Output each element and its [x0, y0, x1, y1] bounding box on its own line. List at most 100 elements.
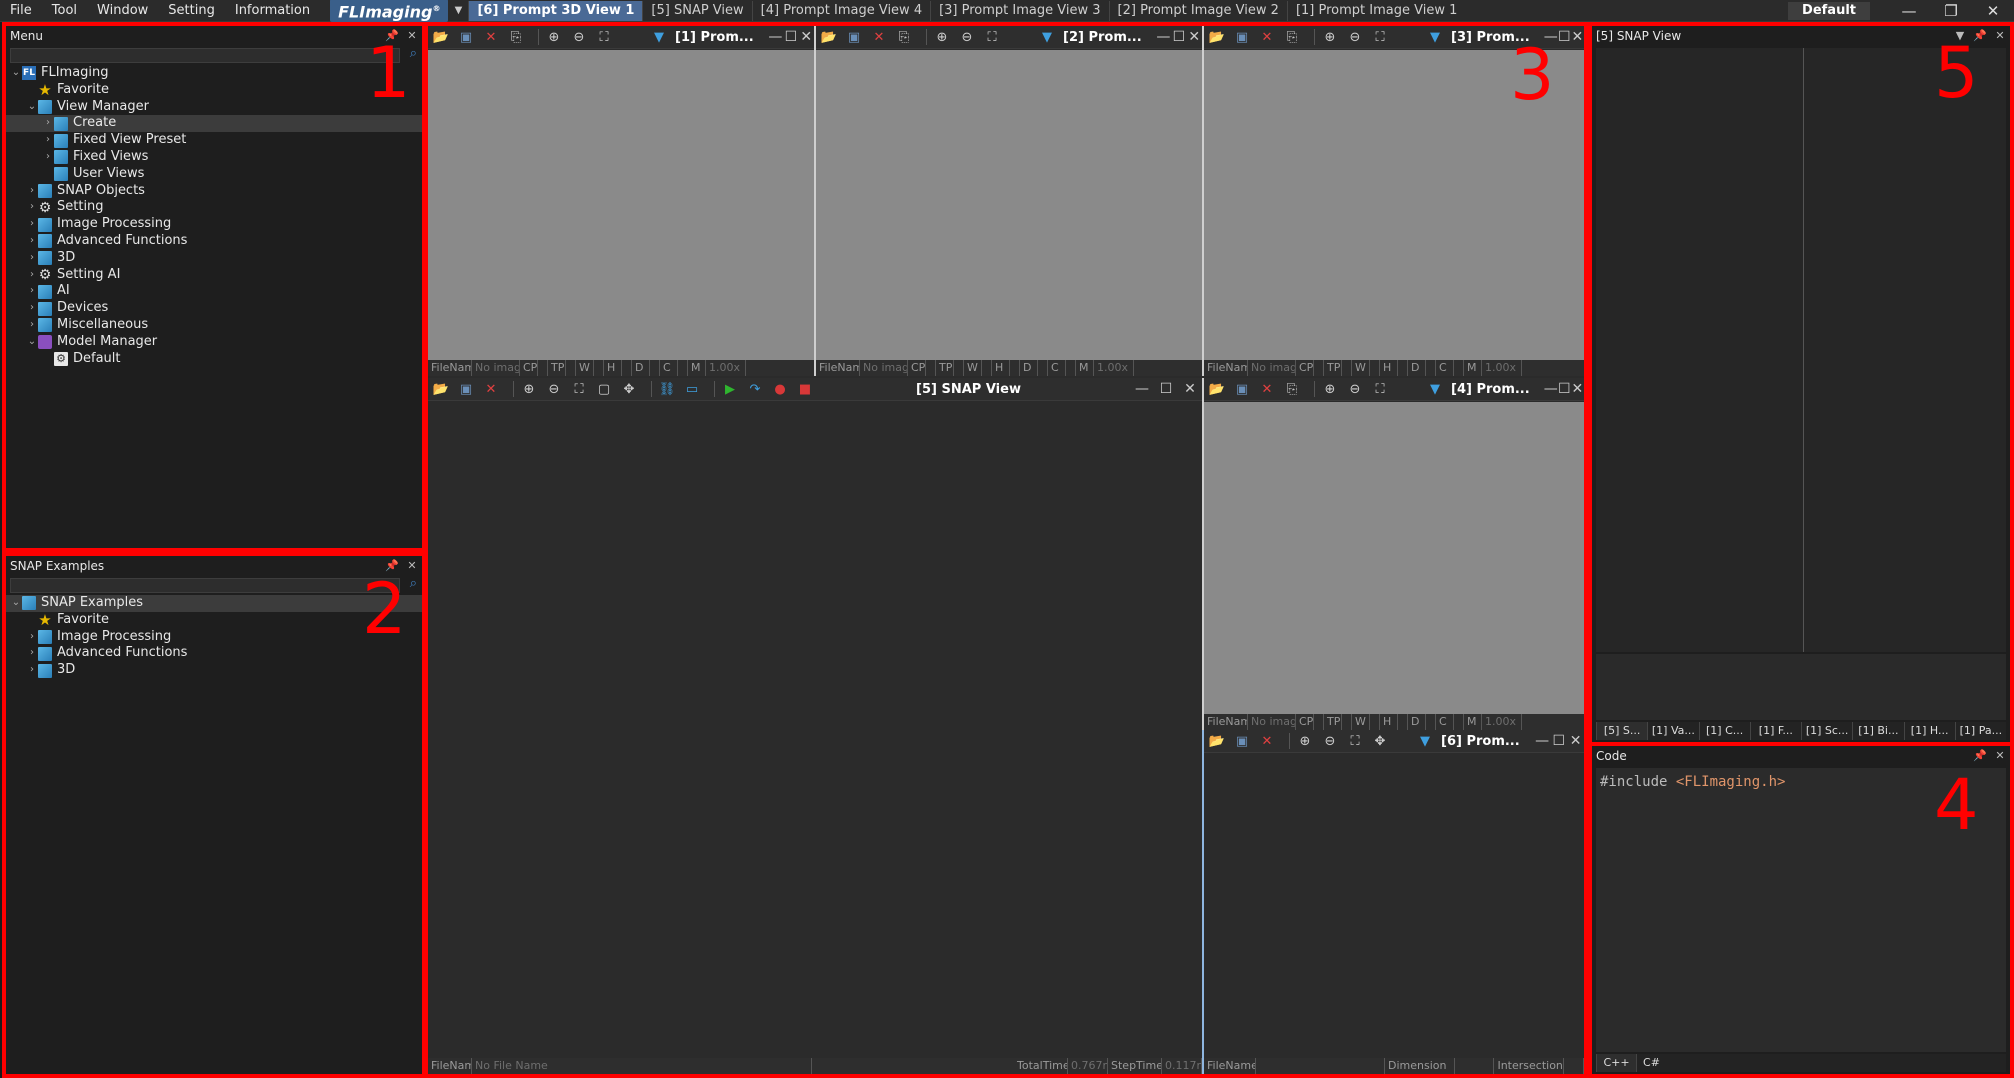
- chevron-right-icon[interactable]: ›: [26, 267, 38, 284]
- snap-view[interactable]: 📂 ▣ ✕ ⊕ ⊖ ⛶ ▢ ✥ ⛓ ▭ ▶ ↷ ● ■ [5] SNAP Vie…: [428, 378, 1202, 1074]
- dropdown-icon[interactable]: ▼: [650, 28, 668, 46]
- menu-window[interactable]: Window: [87, 0, 158, 22]
- save-icon[interactable]: ▣: [1233, 732, 1251, 750]
- fit-icon[interactable]: ⛶: [595, 28, 613, 46]
- snap-tab-5[interactable]: [1] Bi...: [1852, 722, 1903, 740]
- maximize-view-icon[interactable]: ☐: [1154, 381, 1178, 397]
- pan-icon[interactable]: ✥: [620, 380, 638, 398]
- fit-icon[interactable]: ⛶: [1346, 732, 1364, 750]
- prompt-image-view-4[interactable]: 📂 ▣ ✕ ⎘ ⊕ ⊖ ⛶ ▼ [4] Prom... — ☐ ✕ FileNa…: [1202, 378, 1584, 730]
- dropdown-icon[interactable]: ▼: [1426, 380, 1444, 398]
- minimize-view-icon[interactable]: —: [1544, 381, 1558, 397]
- tree-item[interactable]: › ⚙ Setting AI: [6, 267, 422, 284]
- save-icon[interactable]: ▣: [457, 380, 475, 398]
- tree-item[interactable]: › 3D: [6, 662, 422, 679]
- layout-default-button[interactable]: Default: [1788, 1, 1870, 20]
- save-icon[interactable]: ▣: [1233, 380, 1251, 398]
- chevron-right-icon[interactable]: ›: [26, 629, 38, 646]
- tree-item[interactable]: ★ Favorite: [6, 82, 422, 99]
- tool-icon[interactable]: ⎘: [1283, 380, 1301, 398]
- prompt-image-view-2[interactable]: 📂 ▣ ✕ ⎘ ⊕ ⊖ ⛶ ▼ [2] Prom... — ☐ ✕ FileNa…: [814, 26, 1202, 376]
- maximize-view-icon[interactable]: ☐: [1558, 381, 1571, 397]
- tree-item[interactable]: › Miscellaneous: [6, 317, 422, 334]
- code-tab-cpp[interactable]: C++: [1596, 1054, 1636, 1072]
- tree-item[interactable]: › 3D: [6, 250, 422, 267]
- view-1-canvas[interactable]: [428, 50, 814, 360]
- chevron-right-icon[interactable]: ›: [26, 300, 38, 317]
- close-view-icon[interactable]: ✕: [1187, 29, 1202, 45]
- clear-icon[interactable]: ✕: [870, 28, 888, 46]
- menu-file[interactable]: File: [0, 0, 42, 22]
- dropdown-icon[interactable]: ▼: [1416, 732, 1434, 750]
- tree-item[interactable]: ⌄ View Manager: [6, 99, 422, 116]
- doc-tab-6[interactable]: [6] Prompt 3D View 1: [468, 0, 643, 21]
- save-icon[interactable]: ▣: [1233, 28, 1251, 46]
- menu-setting[interactable]: Setting: [158, 0, 225, 22]
- menu-search-input[interactable]: ⌕: [10, 46, 417, 63]
- search-icon[interactable]: ⌕: [410, 46, 417, 61]
- clear-icon[interactable]: ✕: [482, 28, 500, 46]
- snap-tab-4[interactable]: [1] Sc...: [1801, 722, 1852, 740]
- pin-icon[interactable]: 📌: [1970, 746, 1990, 766]
- close-view-icon[interactable]: ✕: [799, 29, 814, 45]
- chevron-right-icon[interactable]: ›: [26, 645, 38, 662]
- save-icon[interactable]: ▣: [845, 28, 863, 46]
- close-icon[interactable]: ✕: [1990, 26, 2010, 46]
- fit-icon[interactable]: ⛶: [1371, 28, 1389, 46]
- doc-tab-2[interactable]: [2] Prompt Image View 2: [1108, 0, 1287, 21]
- tree-item[interactable]: User Views: [6, 166, 422, 183]
- tree-item[interactable]: › Image Processing: [6, 216, 422, 233]
- view-4-canvas[interactable]: [1204, 402, 1584, 714]
- tree-item[interactable]: › Fixed View Preset: [6, 132, 422, 149]
- doc-tab-1[interactable]: [1] Prompt Image View 1: [1286, 0, 1465, 21]
- chevron-down-icon[interactable]: ⌄: [26, 99, 38, 116]
- doc-tab-4[interactable]: [4] Prompt Image View 4: [751, 0, 930, 21]
- zoom-in-icon[interactable]: ⊕: [1296, 732, 1314, 750]
- save-icon[interactable]: ▣: [457, 28, 475, 46]
- tree-item[interactable]: › Advanced Functions: [6, 233, 422, 250]
- zoom-out-icon[interactable]: ⊖: [570, 28, 588, 46]
- zoom-in-icon[interactable]: ⊕: [520, 380, 538, 398]
- close-view-icon[interactable]: ✕: [1567, 733, 1584, 749]
- tree-item[interactable]: › Fixed Views: [6, 149, 422, 166]
- open-folder-icon[interactable]: 📂: [432, 380, 450, 398]
- snap-tab-3[interactable]: [1] F...: [1749, 722, 1801, 740]
- chevron-down-icon[interactable]: ⌄: [10, 65, 22, 82]
- open-folder-icon[interactable]: 📂: [1208, 380, 1226, 398]
- view-6-canvas[interactable]: [1204, 754, 1584, 1058]
- zoom-in-icon[interactable]: ⊕: [545, 28, 563, 46]
- chevron-right-icon[interactable]: ›: [26, 250, 38, 267]
- tree-item[interactable]: › AI: [6, 283, 422, 300]
- close-view-icon[interactable]: ✕: [1571, 29, 1584, 45]
- doc-tab-3[interactable]: [3] Prompt Image View 3: [930, 0, 1108, 21]
- snap-tab-6[interactable]: [1] H...: [1903, 722, 1955, 740]
- chevron-right-icon[interactable]: ›: [42, 115, 54, 132]
- chevron-right-icon[interactable]: ›: [26, 283, 38, 300]
- snap-tab-2[interactable]: [1] C...: [1698, 722, 1750, 740]
- step-icon[interactable]: ↷: [746, 380, 764, 398]
- snap-tab-0[interactable]: [5] S...: [1596, 722, 1648, 740]
- tree-item[interactable]: › ⚙ Setting: [6, 199, 422, 216]
- dropdown-icon[interactable]: ▼: [1426, 28, 1444, 46]
- snap-view-canvas[interactable]: [428, 402, 1202, 1058]
- tool-icon[interactable]: ⎘: [895, 28, 913, 46]
- open-folder-icon[interactable]: 📂: [432, 28, 450, 46]
- clear-icon[interactable]: ✕: [1258, 380, 1276, 398]
- maximize-view-icon[interactable]: ☐: [1558, 29, 1571, 45]
- tree-item[interactable]: ⚙ Default: [6, 351, 422, 368]
- close-window-icon[interactable]: ✕: [1972, 2, 2014, 20]
- fit-icon[interactable]: ⛶: [570, 380, 588, 398]
- zoom-out-icon[interactable]: ⊖: [958, 28, 976, 46]
- code-tab-csharp[interactable]: C#: [1636, 1054, 1666, 1072]
- chevron-down-icon[interactable]: ⌄: [10, 595, 22, 612]
- fit-icon[interactable]: ⛶: [1371, 380, 1389, 398]
- clear-icon[interactable]: ✕: [1258, 732, 1276, 750]
- menu-information[interactable]: Information: [225, 0, 320, 22]
- close-icon[interactable]: ✕: [1990, 746, 2010, 766]
- view-2-canvas[interactable]: [816, 50, 1202, 360]
- run-icon[interactable]: ▶: [721, 380, 739, 398]
- chevron-right-icon[interactable]: ›: [26, 662, 38, 679]
- open-folder-icon[interactable]: 📂: [1208, 28, 1226, 46]
- tool-icon[interactable]: ⎘: [1283, 28, 1301, 46]
- maximize-view-icon[interactable]: ☐: [1550, 733, 1567, 749]
